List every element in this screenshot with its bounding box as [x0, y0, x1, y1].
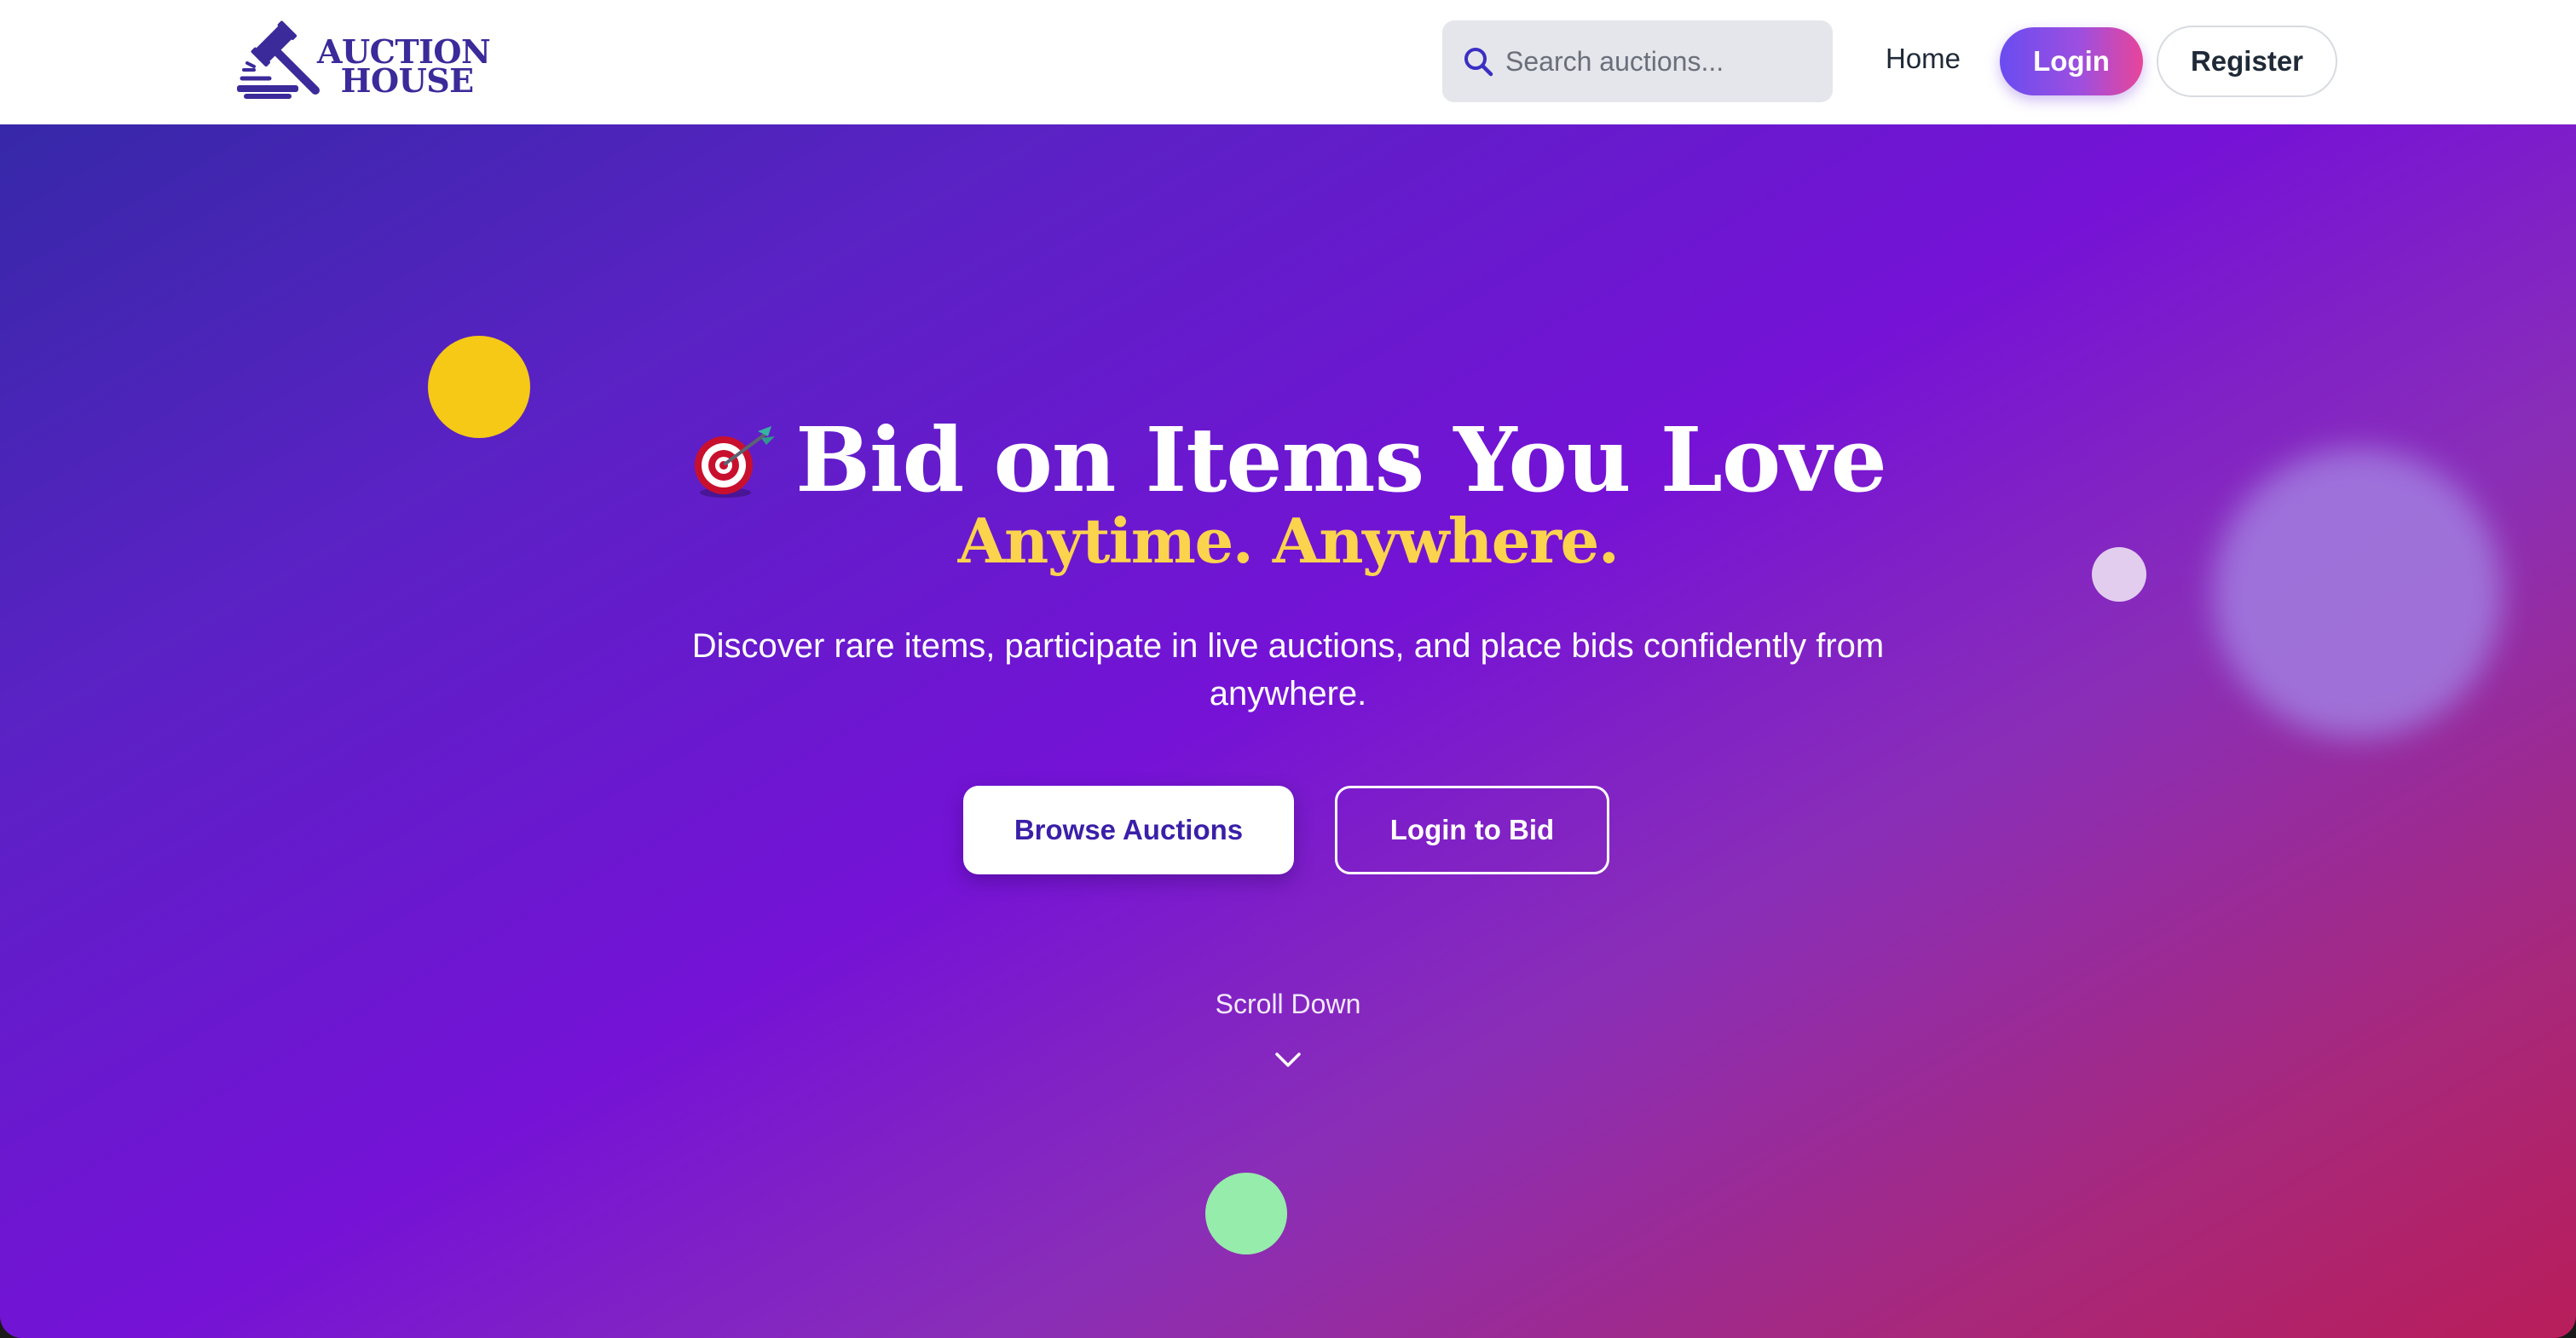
decorative-green-circle	[1205, 1173, 1287, 1254]
register-button[interactable]: Register	[2157, 26, 2337, 97]
navbar: AUCTION HOUSE Home Login Register	[0, 0, 2576, 124]
login-button[interactable]: Login	[2000, 27, 2143, 95]
logo-line-2: HOUSE	[340, 61, 475, 100]
scroll-down-label[interactable]: Scroll Down	[0, 989, 2576, 1020]
gavel-icon	[237, 20, 320, 99]
browse-auctions-button[interactable]: Browse Auctions	[963, 786, 1294, 874]
search-input[interactable]	[1505, 36, 1821, 87]
logo-text: AUCTION HOUSE	[317, 36, 491, 100]
hero-section: Bid on Items You Love Anytime. Anywhere.…	[0, 124, 2576, 1338]
login-to-bid-button[interactable]: Login to Bid	[1335, 786, 1609, 874]
hero-subtitle: Anytime. Anywhere.	[957, 505, 1620, 577]
search-icon	[1464, 48, 1493, 77]
hero-description: Discover rare items, participate in live…	[691, 627, 1885, 712]
nav-home-link[interactable]: Home	[1886, 43, 1961, 75]
page: AUCTION HOUSE Home Login Register	[0, 0, 2576, 1338]
chevron-down-icon[interactable]	[1273, 1045, 1303, 1076]
hero-title: Bid on Items You Love	[0, 409, 2576, 511]
dart-target-icon	[695, 425, 776, 498]
search-bar	[1442, 20, 1833, 102]
hero-title-text: Bid on Items You Love	[795, 407, 1887, 512]
site-logo[interactable]: AUCTION HOUSE	[235, 19, 491, 104]
